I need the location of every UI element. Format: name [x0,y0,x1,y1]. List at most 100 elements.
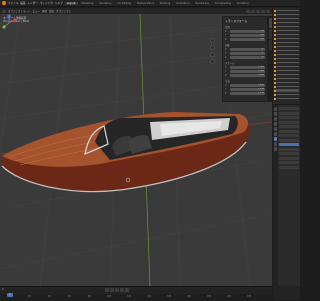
material-preview-button[interactable] [261,9,265,13]
menu-help[interactable]: ヘルプ [55,1,63,5]
list-item[interactable] [274,9,299,12]
property-field[interactable] [279,116,299,119]
rotation-y-field[interactable]: 0° [230,52,265,55]
view-layer-tab-icon[interactable] [273,122,278,126]
property-field[interactable] [279,156,299,160]
rotation-z-field[interactable]: 0° [230,56,265,59]
rotation-x-field[interactable]: 0° [230,48,265,51]
menu-view[interactable]: ビュー [33,9,41,13]
list-item-selected[interactable] [274,89,299,92]
overlay-toggle-button[interactable] [246,9,250,13]
tool-tab-icon[interactable] [273,107,278,111]
current-frame[interactable]: 0 [2,288,4,291]
property-field[interactable] [279,134,299,137]
menu-select[interactable]: 選択 [42,9,47,13]
list-item[interactable] [274,85,299,88]
property-field[interactable] [279,152,299,155]
step-back-icon[interactable] [110,288,114,292]
boat-model[interactable] [1,112,250,193]
dimensions-z-field[interactable]: 1.2 m [230,92,265,95]
blender-logo-icon[interactable] [2,1,6,5]
list-item[interactable] [274,21,299,24]
tab-scripting[interactable]: Scripting [235,2,251,5]
world-tab-icon[interactable] [273,132,278,136]
property-field[interactable] [279,165,299,169]
hand-icon[interactable] [210,45,215,50]
tab-rendering[interactable]: Rendering [194,2,211,5]
navigation-gizmo[interactable] [0,14,18,32]
list-item[interactable] [274,53,299,56]
location-z-field[interactable]: 0 m [230,38,265,41]
list-item[interactable] [274,17,299,20]
list-item[interactable] [274,13,299,16]
mode-selector[interactable]: オブジェクトモード [8,9,31,13]
menu-object[interactable]: オブジェクト [56,9,71,13]
list-item[interactable] [274,69,299,72]
render-tab-icon[interactable] [273,112,278,116]
list-item[interactable] [274,29,299,32]
tab-modeling[interactable]: Modeling [80,2,96,5]
material-tab-icon[interactable] [273,147,278,151]
property-field[interactable] [279,120,299,124]
tab-view[interactable] [268,40,272,50]
camera-icon[interactable] [210,52,215,57]
play-icon[interactable] [115,288,119,292]
list-item[interactable] [274,97,299,100]
output-tab-icon[interactable] [273,117,278,121]
tab-animation[interactable]: Animation [174,2,191,5]
list-item[interactable] [274,25,299,28]
tab-sculpting[interactable]: Sculpting [97,2,113,5]
property-field[interactable] [279,107,299,110]
list-item[interactable] [274,81,299,84]
list-item[interactable] [274,45,299,48]
list-item[interactable] [274,33,299,36]
property-field[interactable] [279,111,299,115]
editor-type-button[interactable] [2,9,6,13]
property-field[interactable] [279,147,299,151]
tab-layout[interactable]: Layout [64,1,78,5]
list-item[interactable] [274,57,299,60]
property-field-selected[interactable] [279,143,299,146]
tab-item[interactable] [268,18,272,28]
location-y-field[interactable]: 0 m [230,34,265,37]
menu-render[interactable]: レンダー [28,1,38,5]
solid-shading-button[interactable] [256,9,260,13]
tab-shading[interactable]: Shading [158,2,173,5]
grid-icon[interactable] [210,59,215,64]
tab-texture-paint[interactable]: Texture Paint [135,2,156,5]
zoom-icon[interactable] [210,38,215,43]
scale-y-field[interactable]: 1.000 [230,70,265,73]
property-field[interactable] [279,161,299,164]
list-item[interactable] [274,37,299,40]
list-item[interactable] [274,61,299,64]
jump-end-icon[interactable] [125,288,129,292]
location-x-field[interactable]: 0 m [230,30,265,33]
menu-window[interactable]: ウィンドウ [40,1,53,5]
menu-file[interactable]: ファイル [8,1,18,5]
list-item[interactable] [274,93,299,96]
list-item[interactable] [274,41,299,44]
dimensions-x-field[interactable]: 2.4 m [230,84,265,87]
list-item[interactable] [274,73,299,76]
tab-compositing[interactable]: Compositing [213,2,233,5]
xray-toggle-button[interactable] [251,9,255,13]
jump-start-icon[interactable] [105,288,109,292]
scale-z-field[interactable]: 1.000 [230,74,265,77]
scene-tab-icon[interactable] [273,127,278,131]
property-field[interactable] [279,125,299,128]
list-item[interactable] [274,77,299,80]
scale-x-field[interactable]: 1.000 [230,66,265,69]
dimensions-y-field[interactable]: 7.3 m [230,88,265,91]
property-field[interactable] [279,129,299,133]
list-item[interactable] [274,49,299,52]
object-tab-icon[interactable] [273,137,278,141]
playhead[interactable]: 0 [7,293,13,297]
property-field[interactable] [279,138,299,142]
tab-tool[interactable] [268,29,272,39]
menu-add[interactable]: 追加 [49,9,54,13]
tab-uv-editing[interactable]: UV Editing [115,2,133,5]
menu-edit[interactable]: 編集 [20,1,25,5]
rendered-shading-button[interactable] [266,9,270,13]
step-forward-icon[interactable] [120,288,124,292]
modifier-tab-icon[interactable] [273,142,278,146]
